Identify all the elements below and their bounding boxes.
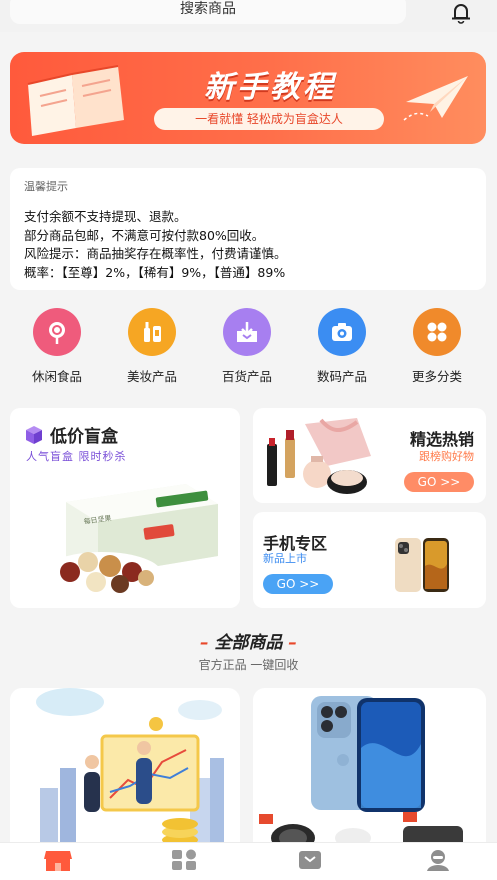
business-illustration-image xyxy=(36,688,224,858)
banner-subtitle: 一看就懂 轻松成为盲盒达人 xyxy=(154,108,384,130)
hot-sale-subtitle: 跟榜购好物 xyxy=(419,450,474,463)
grid-icon xyxy=(413,308,461,356)
category-general[interactable]: 百货产品 xyxy=(207,308,287,385)
tutorial-banner[interactable]: 新手教程 一看就懂 轻松成为盲盒达人 xyxy=(10,52,486,144)
blind-box-card[interactable]: 低价盲盒 人气盲盒 限时秒杀 每日坚果 xyxy=(10,408,240,608)
notice-text: 支付余额不支持提现、退款。 部分商品包邮，不满意可按付款80%回收。 风险提示：… xyxy=(24,208,472,282)
paper-plane-icon xyxy=(403,76,468,121)
lollipop-icon xyxy=(33,308,81,356)
blind-box-title-text: 低价盲盒 xyxy=(50,427,118,447)
category-snacks[interactable]: 休闲食品 xyxy=(17,308,97,385)
phone-zone-go-button[interactable]: GO >> xyxy=(263,574,333,594)
blind-box-subtitle: 人气盲盒 限时秒杀 xyxy=(26,450,127,463)
category-label: 数码产品 xyxy=(316,369,367,384)
tab-home[interactable] xyxy=(28,849,88,875)
store-icon xyxy=(44,851,72,871)
notice-card: 温馨提示 支付余额不支持提现、退款。 部分商品包邮，不满意可按付款80%回收。 … xyxy=(10,168,486,290)
hot-sale-card[interactable]: 精选热销 跟榜购好物 GO >> xyxy=(253,408,486,503)
category-label: 百货产品 xyxy=(221,369,272,384)
category-label: 美妆产品 xyxy=(126,369,177,384)
shopping-box-icon xyxy=(223,308,271,356)
notice-line: 支付余额不支持提现、退款。 xyxy=(24,209,187,224)
hot-sale-title: 精选热销 xyxy=(409,430,474,449)
category-label: 休闲食品 xyxy=(31,369,82,384)
notice-line: 部分商品包邮，不满意可按付款80%回收。 xyxy=(24,227,265,243)
bell-icon[interactable] xyxy=(447,0,475,24)
cube-icon xyxy=(26,425,42,444)
phone-zone-card[interactable]: 手机专区 新品上市 GO >> xyxy=(253,512,486,608)
title-dash: – xyxy=(200,633,215,653)
bottom-tab-bar xyxy=(0,842,497,880)
notice-line: 风险提示：商品抽奖存在概率性，付费请谨慎。 xyxy=(24,246,287,261)
smartphone-image xyxy=(395,538,449,592)
camera-icon xyxy=(318,308,366,356)
user-icon xyxy=(427,850,449,871)
tab-profile[interactable] xyxy=(408,849,468,875)
phone-zone-subtitle: 新品上市 xyxy=(263,552,307,565)
hot-sale-go-button[interactable]: GO >> xyxy=(404,472,474,492)
category-label: 更多分类 xyxy=(411,369,462,384)
box-icon xyxy=(299,851,321,869)
tab-box[interactable] xyxy=(280,849,340,875)
section-title: – 全部商品 – xyxy=(0,628,497,653)
category-cosmetics[interactable]: 美妆产品 xyxy=(112,308,192,385)
product-tile[interactable] xyxy=(10,688,240,858)
notice-heading: 温馨提示 xyxy=(24,180,68,193)
cosmetics-set-image xyxy=(267,418,371,494)
banner-title: 新手教程 xyxy=(204,70,336,105)
title-dash: – xyxy=(282,633,297,653)
section-title-text: 全部商品 xyxy=(214,633,283,653)
product-tile[interactable] xyxy=(253,688,486,858)
open-book-icon xyxy=(27,65,124,136)
nuts-gift-box-image: 每日坚果 xyxy=(42,484,218,596)
top-bar: 搜索商品 xyxy=(0,0,497,32)
category-row: 休闲食品 美妆产品 百货产品 数码产品 更多分类 xyxy=(0,308,497,388)
category-more[interactable]: 更多分类 xyxy=(397,308,477,385)
section-subtitle: 官方正品 一键回收 xyxy=(198,658,299,672)
category-digital[interactable]: 数码产品 xyxy=(302,308,382,385)
iphone-product-image xyxy=(259,696,463,852)
cosmetics-icon xyxy=(128,308,176,356)
category-grid-icon xyxy=(172,849,196,870)
tab-category[interactable] xyxy=(154,849,214,875)
blind-box-title: 低价盲盒 xyxy=(24,422,118,447)
notice-line: 概率：【至尊】2%，【稀有】9%，【普通】89% xyxy=(24,264,286,280)
search-input[interactable]: 搜索商品 xyxy=(10,0,406,24)
